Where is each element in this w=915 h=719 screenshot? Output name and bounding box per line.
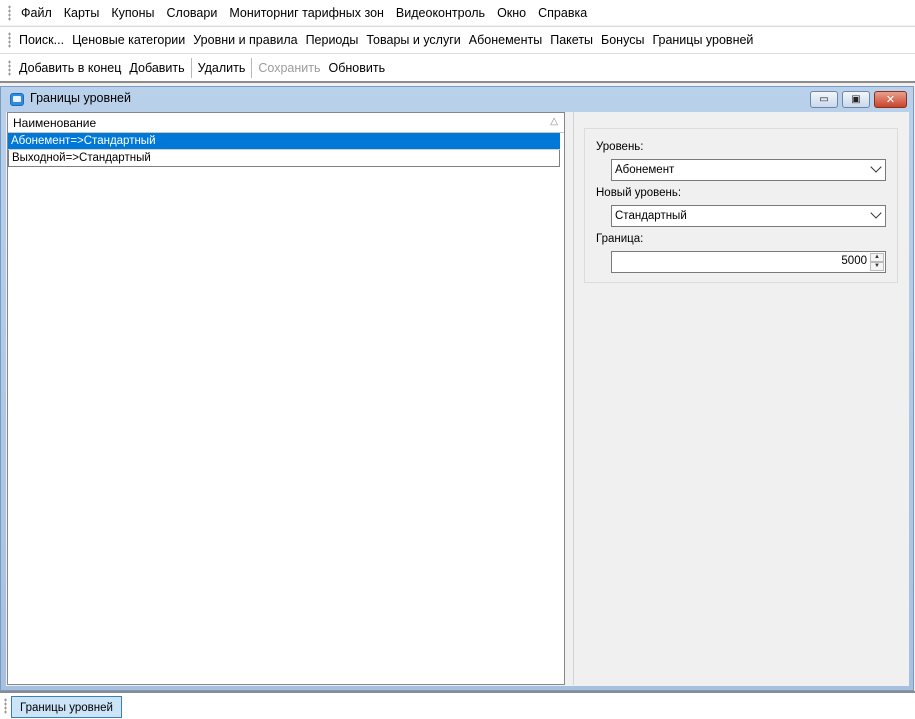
chevron-down-icon[interactable] [870,161,882,173]
nav-goods-services[interactable]: Товары и услуги [362,29,464,51]
new-level-label: Новый уровень: [596,187,682,199]
menu-video[interactable]: Видеоконтроль [390,2,491,24]
add-to-end-button[interactable]: Добавить в конец [15,57,125,79]
menu-help[interactable]: Справка [532,2,593,24]
nav-level-borders[interactable]: Границы уровней [648,29,757,51]
maximize-button[interactable]: ▣ [842,91,870,108]
grid-row[interactable]: Выходной=>Стандартный [8,150,560,167]
chevron-down-icon[interactable] [870,207,882,219]
spin-buttons: ▲ ▼ [870,253,884,271]
menu-window[interactable]: Окно [491,2,532,24]
level-combobox[interactable]: Абонемент [611,159,886,181]
window-client: Наименование △ Абонемент=>Стандартный Вы… [6,112,909,686]
action-toolbar: Добавить в конец Добавить Удалить Сохран… [0,53,915,81]
window-app-icon [10,93,24,106]
menu-file[interactable]: Файл [15,2,58,24]
nav-periods[interactable]: Периоды [302,29,363,51]
sort-icon: △ [550,116,558,127]
menu-coupons[interactable]: Купоны [105,2,160,24]
nav-grip[interactable] [8,32,11,48]
menu-cards[interactable]: Карты [58,2,106,24]
border-label: Граница: [596,233,644,245]
minimize-button[interactable]: ▭ [810,91,838,108]
taskbar-item-level-borders[interactable]: Границы уровней [11,696,122,718]
nav-search[interactable]: Поиск... [15,29,68,51]
edit-group: Уровень: Абонемент Новый уровень: Станда… [584,128,898,283]
grid-row[interactable]: Абонемент=>Стандартный [8,133,560,150]
menu-bar: Файл Карты Купоны Словари Мониторниг тар… [0,0,915,25]
edit-panel: Уровень: Абонемент Новый уровень: Станда… [573,112,909,685]
maximize-icon: ▣ [851,94,861,105]
nav-price-categories[interactable]: Ценовые категории [68,29,189,51]
nav-toolbar: Поиск... Ценовые категории Уровни и прав… [0,26,915,53]
column-header-label: Наименование [13,115,97,130]
toolbar-separator [251,57,253,78]
minimize-icon: ▭ [819,94,829,105]
new-level-combobox[interactable]: Стандартный [611,205,886,227]
menu-grip[interactable] [8,4,11,21]
nav-subscriptions[interactable]: Абонементы [465,29,546,51]
window-taskbar: Границы уровней [0,693,915,719]
mdi-divider [0,81,915,83]
borders-grid[interactable]: Наименование △ Абонемент=>Стандартный Вы… [7,112,565,685]
spin-up-button[interactable]: ▲ [870,253,884,262]
level-value: Абонемент [615,164,675,176]
add-button[interactable]: Добавить [125,57,188,79]
nav-levels-rules[interactable]: Уровни и правила [189,29,301,51]
close-button[interactable]: ✕ [874,91,907,108]
border-value[interactable]: 5000 [841,255,867,267]
column-header-name[interactable]: Наименование △ [8,113,564,133]
window-titlebar[interactable]: Границы уровней ▭ ▣ ✕ [1,87,913,111]
window-title: Границы уровней [30,91,131,105]
toolbar-grip[interactable] [8,59,11,76]
close-icon: ✕ [885,94,896,106]
new-level-value: Стандартный [615,210,687,222]
level-label: Уровень: [596,141,644,153]
nav-packages[interactable]: Пакеты [546,29,597,51]
delete-button[interactable]: Удалить [194,57,250,79]
level-borders-window: Границы уровней ▭ ▣ ✕ Наименование △ Або… [0,86,914,691]
refresh-button[interactable]: Обновить [325,57,390,79]
menu-dictionaries[interactable]: Словари [161,2,224,24]
nav-bonuses[interactable]: Бонусы [597,29,648,51]
save-button[interactable]: Сохранить [254,57,324,79]
taskbar-grip[interactable] [4,698,7,714]
spin-down-button[interactable]: ▼ [870,262,884,271]
menu-tariff-monitoring[interactable]: Мониторниг тарифных зон [223,2,390,24]
border-spin-input[interactable]: 5000 ▲ ▼ [611,251,886,273]
toolbar-separator [190,57,192,78]
